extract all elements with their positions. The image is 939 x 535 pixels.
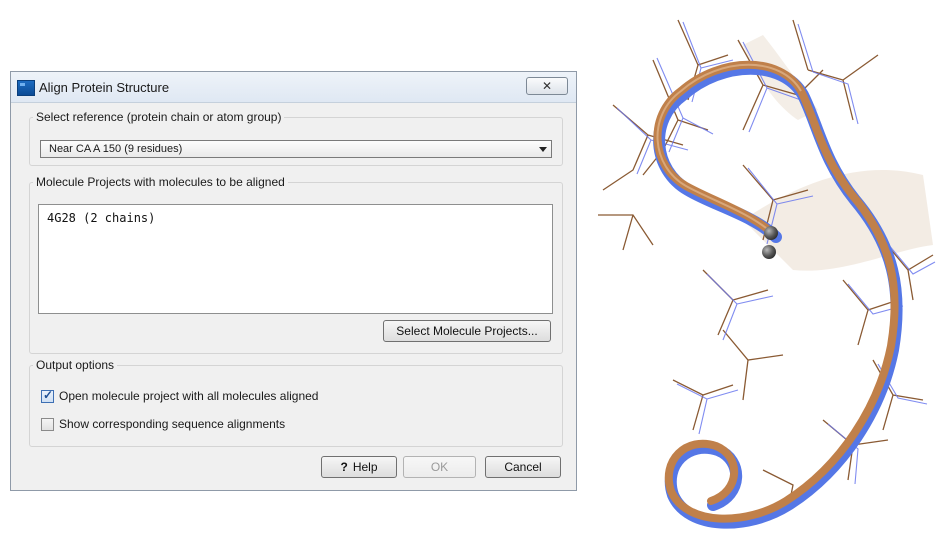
chevron-down-icon: [539, 147, 547, 152]
show-alignments-checkbox[interactable]: [41, 418, 54, 431]
reference-group-label: Select reference (protein chain or atom …: [33, 110, 285, 124]
aligned-backbone-ribbon: [653, 62, 903, 529]
reference-sidechains: [598, 19, 934, 511]
reference-dropdown[interactable]: Near CA A 150 (9 residues): [40, 140, 552, 158]
open-project-label: Open molecule project with all molecules…: [59, 389, 319, 403]
help-icon: ?: [340, 460, 348, 474]
checkmark-icon: ✓: [43, 388, 54, 402]
dialog-title: Align Protein Structure: [39, 80, 170, 95]
align-protein-structure-dialog: Align Protein Structure ✕ Select referen…: [10, 71, 577, 491]
output-options-label: Output options: [33, 358, 118, 372]
molecules-group: Molecule Projects with molecules to be a…: [29, 175, 563, 354]
output-options-group: Output options ✓ Open molecule project w…: [29, 358, 563, 447]
open-project-checkbox[interactable]: ✓: [41, 388, 54, 403]
help-button[interactable]: ? Help: [321, 456, 397, 478]
atom-sphere: [764, 226, 778, 240]
molecules-group-label: Molecule Projects with molecules to be a…: [33, 175, 288, 189]
title-bar[interactable]: Align Protein Structure ✕: [11, 72, 576, 103]
ok-button[interactable]: OK: [403, 456, 476, 478]
close-button[interactable]: ✕: [526, 77, 568, 95]
show-alignments-label: Show corresponding sequence alignments: [59, 417, 286, 431]
reference-group: Select reference (protein chain or atom …: [29, 110, 563, 166]
list-item[interactable]: 4G28 (2 chains): [47, 211, 155, 225]
help-button-label: Help: [352, 460, 378, 474]
app-icon: [17, 80, 35, 96]
protein-structure-image: [598, 19, 936, 529]
atom-sphere: [762, 245, 776, 259]
cancel-button[interactable]: Cancel: [485, 456, 561, 478]
reference-selected-value: Near CA A 150 (9 residues): [49, 143, 183, 155]
molecule-projects-list[interactable]: 4G28 (2 chains): [38, 204, 553, 314]
select-molecule-projects-button[interactable]: Select Molecule Projects...: [383, 320, 551, 342]
